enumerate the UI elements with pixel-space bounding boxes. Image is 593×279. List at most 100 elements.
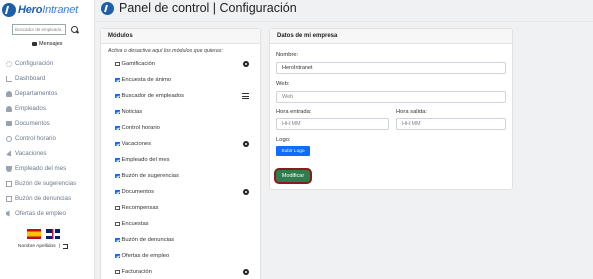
search-icon[interactable] xyxy=(70,25,80,35)
module-checkbox-checked[interactable] xyxy=(115,141,120,147)
inbox-icon xyxy=(6,180,12,187)
module-checkbox[interactable] xyxy=(115,61,120,67)
modules-list: Gamificación Encuesta de ánimo Buscador de… xyxy=(101,54,260,279)
employee-search-input[interactable] xyxy=(12,24,66,35)
module-label[interactable]: Encuesta de ánimo xyxy=(122,77,172,83)
employee-search xyxy=(12,24,80,35)
sidebar-item-documentos[interactable]: Documentos xyxy=(6,116,94,131)
spain-flag-icon[interactable] xyxy=(27,229,41,239)
module-row: Buzón de sugerencias xyxy=(115,168,249,184)
header-divider xyxy=(95,21,593,22)
chart-icon xyxy=(6,75,12,82)
sidebar-item-label: Empleados xyxy=(15,105,46,112)
module-label[interactable]: Empleado del mes xyxy=(122,157,170,163)
module-label[interactable]: Buscador de empleados xyxy=(122,93,185,99)
sidebar-item-dashboard[interactable]: Dashboard xyxy=(6,71,94,86)
sidebar-item-label: Vacaciones xyxy=(15,150,47,157)
module-checkbox[interactable] xyxy=(115,205,120,211)
gear-icon[interactable] xyxy=(243,61,249,67)
company-web-label: Web: xyxy=(276,81,290,87)
sidebar-item-ofertas-empleo[interactable]: Ofertas de empleo xyxy=(6,206,94,221)
language-switcher xyxy=(27,229,60,239)
plane-icon xyxy=(5,150,13,158)
gear-icon[interactable] xyxy=(243,189,249,195)
module-row: Ofertas de empleo xyxy=(115,248,249,264)
chat-icon xyxy=(32,42,37,46)
gear-icon[interactable] xyxy=(243,141,249,147)
company-web-input[interactable] xyxy=(276,91,506,103)
page-header: Panel de control | Configuración xyxy=(101,1,297,15)
module-label[interactable]: Documentos xyxy=(122,189,155,195)
module-checkbox-checked[interactable] xyxy=(115,93,120,99)
brand-logo[interactable]: HeroIntranet xyxy=(2,3,78,17)
module-label[interactable]: Control horario xyxy=(122,125,160,131)
user-icon xyxy=(6,105,12,112)
logo-label: Logo: xyxy=(276,137,291,143)
brand-name: HeroIntranet xyxy=(18,4,78,16)
modify-button[interactable]: Modificar xyxy=(274,168,312,184)
sidebar-item-label: Control horario xyxy=(15,135,56,142)
module-row: Noticias xyxy=(115,104,249,120)
module-label[interactable]: Gamificación xyxy=(122,61,156,67)
module-row: Documentos xyxy=(115,184,249,200)
module-checkbox-checked[interactable] xyxy=(115,253,120,259)
gear-icon[interactable] xyxy=(243,269,249,275)
sidebar-item-label: Empleado del mes xyxy=(15,165,67,172)
gear-icon xyxy=(6,60,12,67)
module-row: Control horario xyxy=(115,120,249,136)
module-checkbox[interactable] xyxy=(115,221,120,227)
list-icon[interactable] xyxy=(242,93,249,99)
messages-link[interactable]: Mensajes xyxy=(32,41,63,47)
sidebar-item-configuracion[interactable]: Configuración xyxy=(6,56,94,71)
uk-flag-icon[interactable] xyxy=(46,229,60,239)
module-row: Recompensas xyxy=(115,200,249,216)
sidebar-item-empleado-del-mes[interactable]: Empleado del mes xyxy=(6,161,94,176)
module-row: Encuestas xyxy=(115,216,249,232)
app-root: HeroIntranet Mensajes Configuración Dash… xyxy=(0,0,593,279)
start-time-input[interactable] xyxy=(276,118,389,130)
module-label[interactable]: Facturación xyxy=(122,269,152,275)
sidebar-item-empleados[interactable]: Empleados xyxy=(6,101,94,116)
folder-icon xyxy=(6,121,12,126)
module-label[interactable]: Buzón de denuncias xyxy=(122,237,175,243)
sidebar-item-buzon-denuncias[interactable]: Buzón de denuncias xyxy=(6,191,94,206)
sidebar-item-control-horario[interactable]: Control horario xyxy=(6,131,94,146)
messages-label: Mensajes xyxy=(39,41,63,47)
sidebar-item-label: Buzón de sugerencias xyxy=(15,180,77,187)
sidebar-item-buzon-sugerencias[interactable]: Buzón de sugerencias xyxy=(6,176,94,191)
module-label[interactable]: Encuestas xyxy=(122,221,149,227)
end-time-input[interactable] xyxy=(396,118,506,130)
module-label[interactable]: Buzón de sugerencias xyxy=(122,173,179,179)
module-label[interactable]: Noticias xyxy=(122,109,143,115)
module-label[interactable]: Vacaciones xyxy=(122,141,152,147)
user-name[interactable]: Nombre Apellidos xyxy=(18,244,56,249)
module-row: Gamificación xyxy=(115,56,249,72)
brand-name-bold: Hero xyxy=(18,4,43,16)
module-checkbox-checked[interactable] xyxy=(115,77,120,83)
company-name-label: Nombre: xyxy=(276,52,299,58)
module-checkbox-checked[interactable] xyxy=(115,109,120,115)
module-row: Buzón de denuncias xyxy=(115,232,249,248)
sidebar-item-label: Documentos xyxy=(15,120,50,127)
module-checkbox-checked[interactable] xyxy=(115,157,120,163)
module-row: Buscador de empleados xyxy=(115,88,249,104)
logout-icon[interactable] xyxy=(62,244,68,249)
module-checkbox-checked[interactable] xyxy=(115,237,120,243)
sidebar-item-vacaciones[interactable]: Vacaciones xyxy=(6,146,94,161)
module-label[interactable]: Recompensas xyxy=(122,205,159,211)
sidebar-item-label: Configuración xyxy=(15,60,54,67)
module-checkbox-checked[interactable] xyxy=(115,189,120,195)
sidebar-nav: Configuración Dashboard Departamentos Em… xyxy=(6,56,94,221)
sidebar-item-departamentos[interactable]: Departamentos xyxy=(6,86,94,101)
company-name-input[interactable] xyxy=(276,62,506,74)
clock-icon xyxy=(6,135,12,142)
user-info: Nombre Apellidos | xyxy=(18,244,68,249)
inbox-icon xyxy=(6,195,12,202)
module-row: Vacaciones xyxy=(115,136,249,152)
module-label[interactable]: Ofertas de empleo xyxy=(122,253,170,259)
module-checkbox-checked[interactable] xyxy=(115,173,120,179)
upload-logo-button[interactable]: Subir Logo xyxy=(276,146,310,156)
sidebar: HeroIntranet Mensajes Configuración Dash… xyxy=(0,0,95,279)
module-checkbox-checked[interactable] xyxy=(115,125,120,131)
module-checkbox[interactable] xyxy=(115,269,120,275)
